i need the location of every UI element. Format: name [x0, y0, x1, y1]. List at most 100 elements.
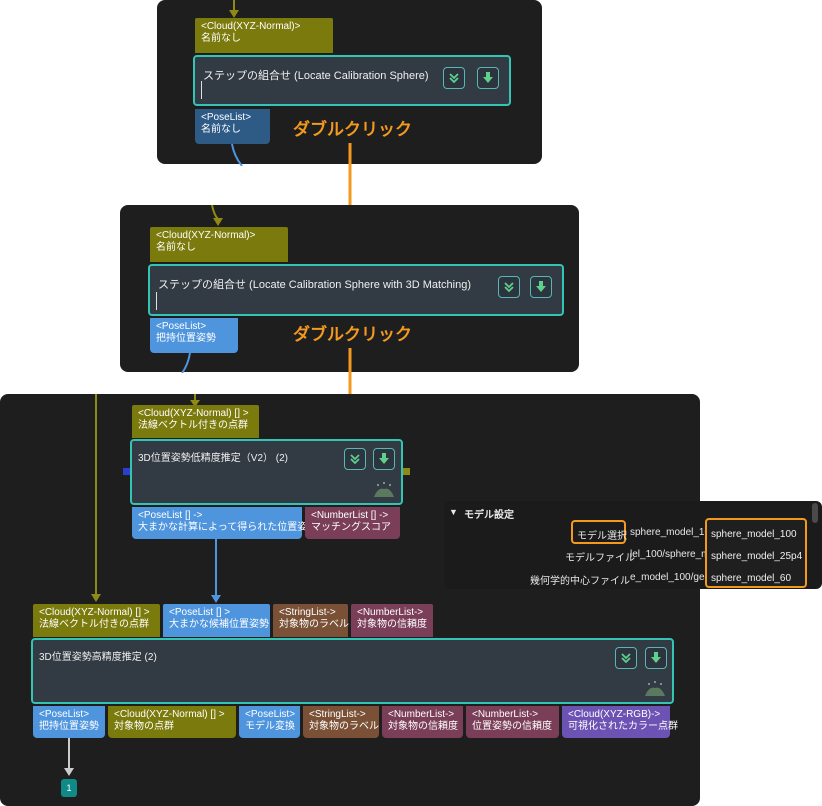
- middle-input-port[interactable]: <Cloud(XYZ-Normal)> 名前なし: [150, 227, 288, 262]
- port-type: <PoseList [] ->: [138, 510, 203, 521]
- model-select-dropdown: sphere_model_100 sphere_model_25p4 spher…: [705, 518, 807, 588]
- setting-value-model-select[interactable]: sphere_model_10: [630, 527, 706, 538]
- expand-button[interactable]: [498, 276, 520, 298]
- dropdown-option[interactable]: sphere_model_60: [711, 573, 791, 584]
- download-button[interactable]: [373, 448, 395, 470]
- port-name: 名前なし: [201, 124, 241, 135]
- port-name: 対象物のラベル: [309, 721, 379, 732]
- port-name: 名前なし: [201, 33, 241, 44]
- point-cloud-icon: [374, 482, 394, 497]
- settings-header: モデル設定: [464, 510, 514, 521]
- port-type: <Cloud(XYZ-Normal)>: [156, 230, 256, 241]
- coarse-matching-node[interactable]: 3D位置姿勢低精度推定（V2） (2): [130, 439, 403, 505]
- coarse-output-port-scores[interactable]: <NumberList [] -> マッチングスコア: [305, 507, 400, 539]
- port-type: <PoseList>: [39, 709, 90, 720]
- port-type: <NumberList->: [357, 607, 424, 618]
- setting-value-center-file[interactable]: e_model_100/geo: [630, 572, 706, 583]
- port-name: モデル変換: [245, 721, 295, 732]
- download-arrow-icon: [536, 281, 546, 292]
- port-name: マッチングスコア: [311, 522, 391, 533]
- download-arrow-icon: [651, 652, 661, 663]
- port-type: <NumberList->: [472, 709, 539, 720]
- port-name: 把持位置姿勢: [156, 333, 216, 344]
- node-title: ステップの組合せ (Locate Calibration Sphere with…: [158, 279, 471, 291]
- download-button[interactable]: [645, 647, 667, 669]
- port-type: <Cloud(XYZ-Normal)>: [201, 21, 301, 32]
- double-chevron-down-icon: [504, 282, 514, 293]
- setting-label-model-file: モデルファイル: [565, 553, 635, 564]
- expand-button[interactable]: [443, 67, 465, 89]
- setting-label-center-file: 幾何学的中心ファイル: [530, 576, 630, 587]
- middle-input-wire: [211, 205, 223, 226]
- port-type: <NumberList [] ->: [311, 510, 389, 521]
- output-wire: [64, 738, 74, 776]
- middle-output-port[interactable]: <PoseList> 把持位置姿勢: [150, 318, 238, 353]
- port-name: 対象物のラベル: [279, 619, 349, 630]
- top-input-wire: [229, 0, 239, 18]
- double-click-label: ダブルクリック: [293, 120, 412, 140]
- middle-output-wire: [181, 353, 191, 373]
- point-cloud-icon: [645, 681, 665, 696]
- setting-value-model-file[interactable]: lel_100/sphere_m: [630, 549, 706, 560]
- port-type: <PoseList>: [156, 321, 207, 332]
- fine-input-port-poses[interactable]: <PoseList [] > 大まかな候補位置姿勢: [163, 604, 270, 637]
- coarse-output-port-poses[interactable]: <PoseList [] -> 大まかな計算によって得られた位置姿勢: [132, 507, 318, 539]
- port-name: 法線ベクトル付きの点群: [138, 420, 248, 431]
- download-arrow-icon: [483, 72, 493, 83]
- port-type: <StringList->: [309, 709, 366, 720]
- port-name: 把持位置姿勢: [39, 721, 99, 732]
- collapse-triangle-icon[interactable]: ▼: [449, 507, 458, 517]
- top-input-port[interactable]: <Cloud(XYZ-Normal)> 名前なし: [195, 18, 333, 53]
- dropdown-option[interactable]: sphere_model_25p4: [711, 551, 802, 562]
- fine-output-port-colored-cloud[interactable]: <Cloud(XYZ-RGB)-> 可視化されたカラー点群: [562, 706, 678, 738]
- fine-output-port-object-confidence[interactable]: <NumberList-> 対象物の信頼度: [382, 706, 463, 738]
- double-chevron-down-icon: [449, 73, 459, 84]
- fine-input-port-confidence[interactable]: <NumberList-> 対象物の信頼度: [351, 604, 433, 637]
- port-type: <PoseList>: [245, 709, 296, 720]
- port-name: 可視化されたカラー点群: [568, 721, 678, 732]
- text-cursor: [201, 81, 202, 99]
- port-type: <NumberList->: [388, 709, 455, 720]
- coarse-to-fine-wire: [211, 539, 221, 603]
- top-output-port[interactable]: <PoseList> 名前なし: [195, 109, 270, 144]
- port-name: 大まかな計算によって得られた位置姿勢: [138, 522, 318, 533]
- fine-output-port-grasp-poses[interactable]: <PoseList> 把持位置姿勢: [33, 706, 105, 738]
- node-title: ステップの組合せ (Locate Calibration Sphere): [203, 70, 429, 82]
- double-chevron-down-icon: [621, 653, 631, 664]
- port-type: <Cloud(XYZ-RGB)->: [568, 709, 661, 720]
- coarse-input-port[interactable]: <Cloud(XYZ-Normal) [] > 法線ベクトル付きの点群: [132, 405, 259, 438]
- fine-output-port-labels[interactable]: <StringList-> 対象物のラベル: [303, 706, 379, 738]
- double-click-label: ダブルクリック: [293, 325, 412, 345]
- middle-step-node[interactable]: ステップの組合せ (Locate Calibration Sphere with…: [148, 264, 564, 316]
- expand-button[interactable]: [615, 647, 637, 669]
- node-side-connector: [403, 468, 410, 475]
- port-name: 名前なし: [156, 242, 196, 253]
- fine-input-port-cloud[interactable]: <Cloud(XYZ-Normal) [] > 法線ベクトル付きの点群: [33, 604, 160, 637]
- node-title: 3D位置姿勢低精度推定（V2） (2): [138, 453, 289, 464]
- port-type: <PoseList>: [201, 112, 252, 123]
- download-arrow-icon: [379, 453, 389, 464]
- fine-input-port-labels[interactable]: <StringList-> 対象物のラベル: [273, 604, 349, 637]
- port-name: 対象物の点群: [114, 721, 174, 732]
- fine-output-port-object-cloud[interactable]: <Cloud(XYZ-Normal) [] > 対象物の点群: [108, 706, 236, 738]
- download-button[interactable]: [530, 276, 552, 298]
- left-cloud-wire: [91, 394, 101, 602]
- port-type: <PoseList [] >: [169, 607, 231, 618]
- port-name: 対象物の信頼度: [388, 721, 458, 732]
- node-title: 3D位置姿勢高精度推定 (2): [39, 652, 157, 663]
- fine-output-port-pose-confidence[interactable]: <NumberList-> 位置姿勢の信頼度: [466, 706, 559, 738]
- port-type: <Cloud(XYZ-Normal) [] >: [114, 709, 225, 720]
- port-name: 対象物の信頼度: [357, 619, 427, 630]
- fine-output-port-model-transform[interactable]: <PoseList> モデル変換: [239, 706, 300, 738]
- dropdown-option[interactable]: sphere_model_100: [711, 529, 797, 540]
- expand-button[interactable]: [344, 448, 366, 470]
- download-button[interactable]: [477, 67, 499, 89]
- port-type: <Cloud(XYZ-Normal) [] >: [39, 607, 150, 618]
- top-output-wire: [231, 144, 243, 166]
- output-index-badge[interactable]: 1: [61, 779, 77, 797]
- port-name: 位置姿勢の信頼度: [472, 721, 552, 732]
- fine-matching-node[interactable]: 3D位置姿勢高精度推定 (2): [31, 638, 674, 704]
- text-cursor: [156, 292, 157, 310]
- scrollbar[interactable]: [812, 503, 818, 523]
- top-step-node[interactable]: ステップの組合せ (Locate Calibration Sphere): [193, 55, 511, 106]
